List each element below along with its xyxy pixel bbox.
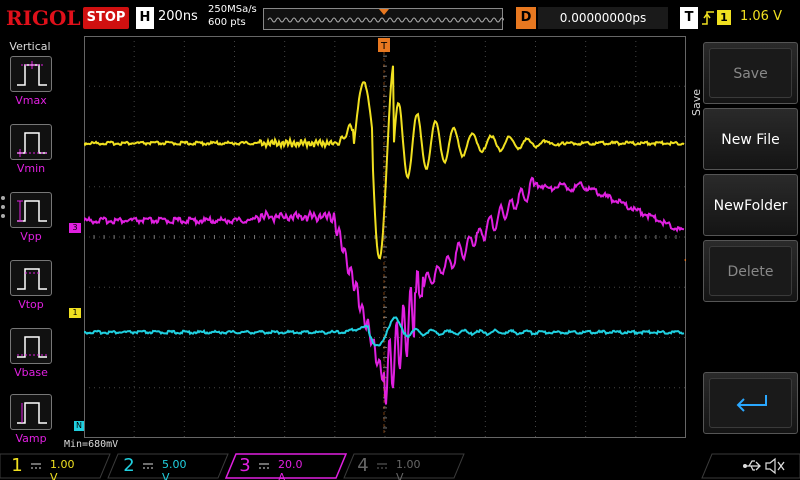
delete-button[interactable]: Delete xyxy=(703,240,798,302)
menu-title: Save xyxy=(690,88,703,116)
vbase-icon xyxy=(10,328,52,364)
channel-number: 3 xyxy=(239,455,251,476)
trigger-label: T xyxy=(680,7,698,29)
svg-text:T: T xyxy=(380,41,388,52)
trigger-level[interactable]: 1.06 V xyxy=(740,9,782,24)
back-button[interactable] xyxy=(703,372,798,434)
memory-waveform-preview xyxy=(267,9,509,23)
vamp-icon xyxy=(10,394,52,430)
channel-scale: 20.0 A xyxy=(278,458,303,480)
brand-logo: RIGOL xyxy=(6,6,81,30)
measure-vmin[interactable]: Vmin xyxy=(10,124,54,175)
channel-number: 4 xyxy=(357,455,369,476)
measure-vpp[interactable]: Vpp xyxy=(10,192,54,243)
measure-label: Vpp xyxy=(20,230,42,243)
memory-position-bar xyxy=(263,8,509,30)
vmax-icon xyxy=(10,56,52,92)
ch3-offset-marker[interactable]: 3 xyxy=(69,223,81,233)
ch1-offset-marker[interactable]: 1 xyxy=(69,308,81,318)
measure-label: Vmax xyxy=(15,94,47,107)
delay-label: D xyxy=(516,7,536,29)
waveform-display[interactable]: T xyxy=(84,36,686,438)
channel-scale: 1.00 V xyxy=(50,458,75,480)
measure-label: Vmin xyxy=(16,162,46,175)
dc-coupling-icon xyxy=(143,463,153,469)
measure-label: Vamp xyxy=(15,432,47,445)
measure-label: Vtop xyxy=(18,298,44,311)
vpp-icon xyxy=(10,192,52,228)
measure-label: Vbase xyxy=(14,366,48,379)
save-button[interactable]: Save xyxy=(703,42,798,104)
delay-value[interactable]: 0.00000000ps xyxy=(538,7,668,29)
channel-scale: 1.00 V xyxy=(396,458,421,480)
measure-vamp[interactable]: Vamp xyxy=(10,394,54,445)
return-arrow-icon xyxy=(736,395,767,412)
channel-number: 1 xyxy=(11,455,23,476)
memory-trigger-marker xyxy=(379,9,389,15)
channel-number: 2 xyxy=(123,455,135,476)
run-stop-status[interactable]: STOP xyxy=(83,7,129,29)
top-status-bar: RIGOL STOP H 200ns 250MSa/s 600 pts D 0.… xyxy=(0,0,800,36)
vtop-icon xyxy=(10,260,52,296)
measure-vtop[interactable]: Vtop xyxy=(10,260,54,311)
channel-bar: 1 1.00 V 2 5.00 V 3 20.0 A 4 1.00 V xyxy=(0,452,800,480)
usb-icon xyxy=(743,460,761,471)
measure-vmax[interactable]: Vmax xyxy=(10,56,54,107)
save-menu: Save Save New File NewFolder Delete xyxy=(686,36,800,452)
trigger-source[interactable]: 1 xyxy=(717,10,731,25)
vmin-icon xyxy=(10,124,52,160)
page-indicator-dots xyxy=(1,196,7,223)
rising-edge-icon xyxy=(702,11,714,25)
ch2-offset-marker[interactable]: N xyxy=(74,421,84,431)
channel-scale: 5.00 V xyxy=(162,458,187,480)
measure-panel: Vertical Vmax Vmin Vpp Vtop Vbase Vamp xyxy=(0,36,60,452)
min-value-readout: Min=680mV xyxy=(64,439,119,450)
sample-rate: 250MSa/s xyxy=(208,4,257,15)
dc-coupling-icon xyxy=(31,463,41,469)
measure-vbase[interactable]: Vbase xyxy=(10,328,54,379)
measure-category-title: Vertical xyxy=(9,40,51,53)
horizontal-label: H xyxy=(136,7,154,29)
dc-coupling-icon xyxy=(259,463,269,469)
new-file-button[interactable]: New File xyxy=(703,108,798,170)
timebase-value[interactable]: 200ns xyxy=(158,9,198,24)
speaker-mute-icon[interactable] xyxy=(764,457,786,475)
dc-coupling-icon xyxy=(377,463,387,469)
new-folder-button[interactable]: NewFolder xyxy=(703,174,798,236)
memory-depth: 600 pts xyxy=(208,17,246,28)
